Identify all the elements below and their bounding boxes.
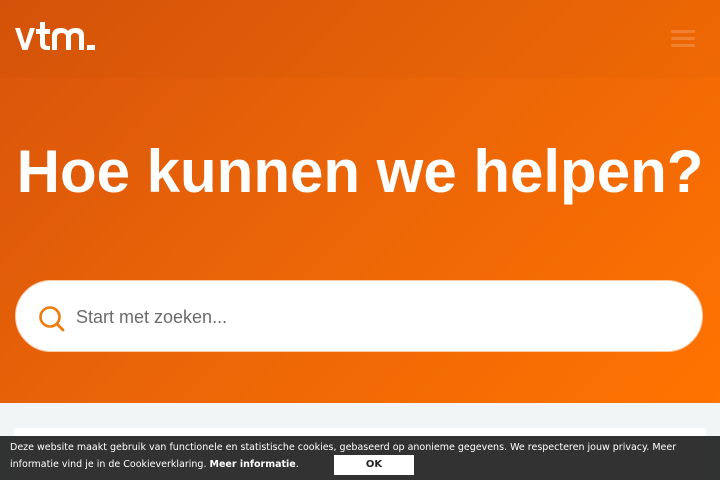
cookie-more-info-link[interactable]: Meer informatie — [210, 459, 296, 470]
search-input[interactable] — [76, 299, 676, 335]
hero-section: Hoe kunnen we helpen? — [0, 0, 720, 403]
hamburger-menu-icon-bar — [671, 30, 695, 33]
top-navigation-bar — [0, 0, 720, 78]
hamburger-menu-icon-bar — [671, 37, 695, 40]
menu-button[interactable] — [667, 26, 699, 52]
search-icon[interactable] — [38, 305, 66, 333]
cookie-ok-button[interactable]: OK — [334, 455, 414, 475]
search-bar[interactable] — [15, 280, 703, 352]
cookie-message-trailing: . — [295, 459, 299, 470]
hamburger-menu-icon-bar — [671, 44, 695, 47]
page: Hoe kunnen we helpen? Deze website maakt… — [0, 0, 720, 480]
page-title: Hoe kunnen we helpen? — [16, 138, 704, 205]
vtm-logo-icon[interactable] — [14, 22, 96, 54]
